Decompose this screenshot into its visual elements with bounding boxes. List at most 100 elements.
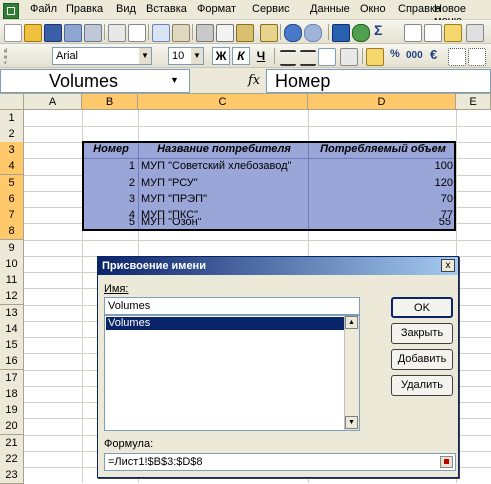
cell-number[interactable]: 1 (84, 158, 138, 175)
row-header[interactable]: 7 (0, 207, 24, 224)
new-document-icon[interactable] (4, 24, 22, 42)
autosum-icon[interactable]: Σ (374, 22, 382, 38)
row-header[interactable]: 18 (0, 386, 24, 403)
currency-style-icon[interactable] (366, 48, 384, 66)
row-header[interactable]: 2 (0, 126, 24, 143)
cell-volume[interactable]: 100 (310, 158, 456, 175)
percent-style-icon[interactable]: % (390, 48, 400, 60)
hyperlink-icon[interactable] (332, 24, 350, 42)
insert-function-icon[interactable]: fx (248, 73, 260, 88)
row-header[interactable]: 3 (0, 142, 24, 159)
menu-insert[interactable]: Вставка (146, 3, 187, 15)
row-header[interactable]: 6 (0, 191, 24, 208)
row-header[interactable]: 22 (0, 451, 24, 468)
list-item[interactable]: Volumes (106, 317, 346, 330)
excel-app-icon[interactable] (3, 3, 19, 19)
column-header-e[interactable]: E (456, 94, 491, 110)
cell-number[interactable]: 3 (84, 191, 138, 208)
header-cell-number[interactable]: Номер (84, 141, 138, 158)
collapse-dialog-icon[interactable] (440, 456, 453, 468)
italic-button[interactable]: К (232, 47, 250, 65)
cell-volume[interactable]: 55 (310, 218, 454, 229)
formula-field[interactable]: =Лист1!$B$3:$D$8 (104, 453, 456, 471)
undo-icon[interactable] (284, 24, 302, 42)
underline-button[interactable]: Ч (252, 47, 270, 65)
cell-name[interactable]: МУП "Озон" (141, 218, 307, 229)
drawing-icon[interactable] (466, 24, 484, 42)
open-folder-icon[interactable] (24, 24, 42, 42)
cut-icon[interactable] (196, 24, 214, 42)
row-header[interactable]: 12 (0, 288, 24, 305)
column-header-c[interactable]: C (138, 94, 308, 110)
names-list[interactable]: Volumes ▲ ▼ (104, 315, 360, 431)
add-button[interactable]: Добавить (391, 349, 453, 370)
cell-name[interactable]: МУП "РСУ" (141, 175, 307, 192)
spelling-icon[interactable] (152, 24, 170, 42)
email-icon[interactable] (84, 24, 102, 42)
header-cell-volume[interactable]: Потребляемый объем (310, 141, 456, 158)
print-preview-icon[interactable] (128, 24, 146, 42)
permission-icon[interactable] (64, 24, 82, 42)
menu-format[interactable]: Формат (197, 3, 236, 15)
redo-icon[interactable] (304, 24, 322, 42)
row-header[interactable]: 19 (0, 402, 24, 419)
row-header[interactable]: 23 (0, 467, 24, 484)
chevron-down-icon[interactable]: ▼ (170, 75, 179, 85)
row-header[interactable]: 14 (0, 321, 24, 338)
euro-icon[interactable]: € (430, 47, 437, 62)
row-header[interactable]: 16 (0, 353, 24, 370)
research-icon[interactable] (172, 24, 190, 42)
close-icon[interactable]: x (441, 259, 455, 272)
cell-number[interactable]: 5 (84, 218, 138, 229)
menu-edit[interactable]: Правка (66, 3, 103, 15)
row-header[interactable]: 17 (0, 370, 24, 387)
row-header[interactable]: 21 (0, 435, 24, 452)
menu-data[interactable]: Данные (310, 3, 350, 15)
paste-icon[interactable] (236, 24, 254, 42)
row-header[interactable]: 13 (0, 305, 24, 322)
cell-volume[interactable]: 120 (310, 175, 456, 192)
delete-button[interactable]: Удалить (391, 375, 453, 396)
globe-icon[interactable] (352, 24, 370, 42)
cell-volume[interactable]: 70 (310, 191, 456, 208)
format-painter-icon[interactable] (260, 24, 278, 42)
select-all-corner[interactable] (0, 94, 24, 110)
scroll-up-icon[interactable]: ▲ (345, 316, 358, 329)
column-header-d[interactable]: D (308, 94, 456, 110)
row-header[interactable]: 5 (0, 175, 24, 192)
decrease-decimal-icon[interactable] (468, 48, 486, 66)
print-icon[interactable] (108, 24, 126, 42)
ok-button[interactable]: OK (391, 297, 453, 318)
row-header[interactable]: 8 (0, 223, 24, 240)
align-left-icon[interactable] (280, 50, 296, 66)
font-name-select[interactable]: Arial ▼ (52, 47, 152, 65)
row-header[interactable]: 11 (0, 272, 24, 289)
save-icon[interactable] (44, 24, 62, 42)
sort-ascending-icon[interactable] (404, 24, 422, 42)
row-header[interactable]: 20 (0, 418, 24, 435)
scroll-down-icon[interactable]: ▼ (345, 416, 358, 429)
name-input[interactable]: Volumes (104, 297, 360, 315)
column-header-b[interactable]: B (82, 94, 138, 110)
cell-number[interactable]: 2 (84, 175, 138, 192)
menu-file[interactable]: Файл (30, 3, 57, 15)
menu-window[interactable]: Окно (360, 3, 386, 15)
font-size-select[interactable]: 10 ▼ (168, 47, 204, 65)
row-header[interactable]: 4 (0, 158, 24, 175)
cell-name[interactable]: МУП "Советский хлебозавод" (141, 158, 307, 175)
menu-view[interactable]: Вид (116, 3, 136, 15)
header-cell-name[interactable]: Название потребителя (140, 141, 308, 158)
row-header[interactable]: 9 (0, 240, 24, 257)
list-scrollbar[interactable]: ▲ ▼ (344, 316, 359, 430)
close-button[interactable]: Закрыть (391, 323, 453, 344)
increase-decimal-icon[interactable] (448, 48, 466, 66)
comma-style-icon[interactable]: 000 (406, 50, 423, 61)
align-center-icon[interactable] (300, 50, 316, 66)
chart-wizard-icon[interactable] (444, 24, 462, 42)
merge-center-icon[interactable] (340, 48, 358, 66)
column-header-a[interactable]: A (24, 94, 82, 110)
row-header[interactable]: 1 (0, 110, 24, 127)
row-header[interactable]: 15 (0, 337, 24, 354)
copy-icon[interactable] (216, 24, 234, 42)
row-header[interactable]: 10 (0, 256, 24, 273)
